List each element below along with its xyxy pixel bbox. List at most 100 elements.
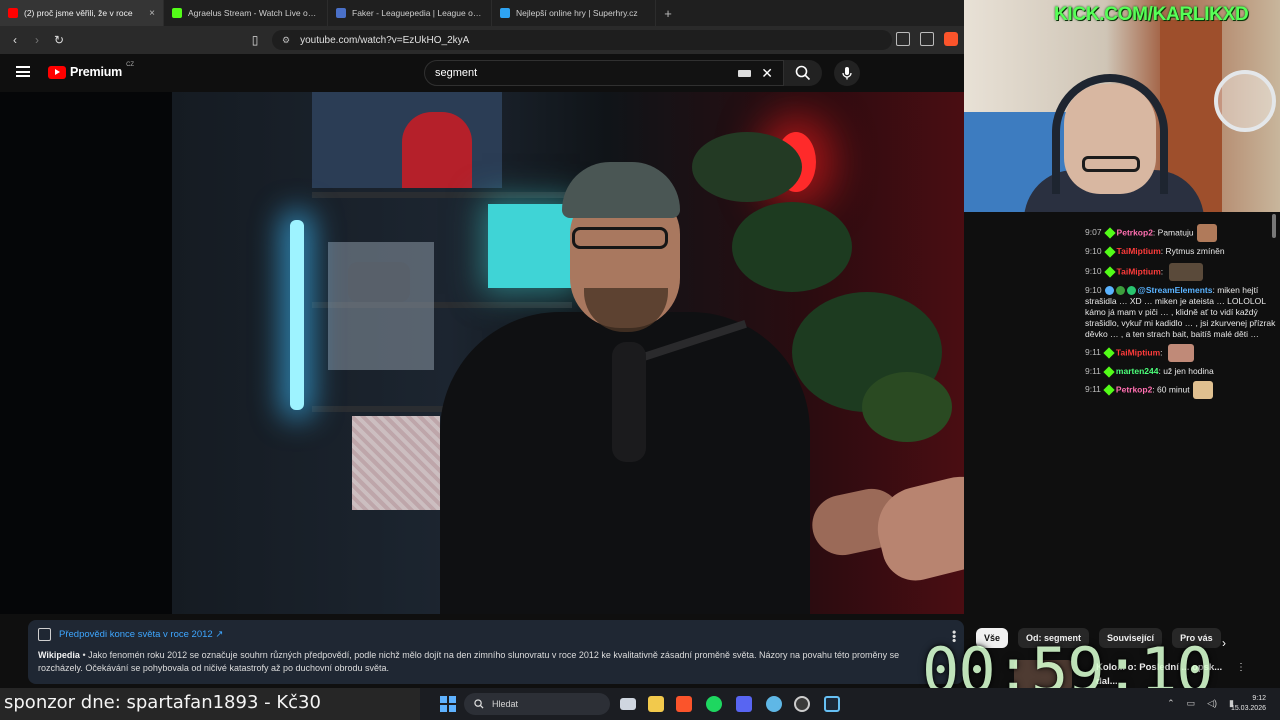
chat-text: Rytmus zmíněn — [1165, 246, 1225, 256]
tray-overflow-icon[interactable]: ⌃ — [1167, 698, 1175, 709]
steam-icon[interactable] — [824, 696, 840, 712]
plant-leaf — [692, 132, 802, 202]
chat-username[interactable]: TaiMiptium — [1117, 246, 1161, 256]
chat-overlay: 9:07 Petrkop2: Pamatuju 9:10 TaiMiptium: R… — [1080, 212, 1280, 612]
keyboard-icon[interactable] — [738, 69, 752, 77]
obs-icon[interactable] — [794, 696, 810, 712]
chat-emote — [1192, 381, 1213, 399]
chat-text: už jen hodina — [1163, 366, 1214, 376]
clear-search-icon[interactable]: ✕ — [761, 65, 773, 82]
network-icon[interactable]: ▭ — [1187, 698, 1196, 709]
chat-username[interactable]: Petrkop2 — [1117, 227, 1153, 237]
pink-box — [352, 416, 440, 510]
plant-leaf — [862, 372, 952, 442]
logo-text: Premium — [70, 65, 123, 79]
ccleaner-icon[interactable] — [766, 696, 782, 712]
superhry-favicon-icon — [500, 8, 510, 18]
subscriber-badge-icon — [1103, 347, 1115, 359]
kick-favicon-icon — [172, 8, 182, 18]
search-input[interactable]: segment ✕ — [424, 60, 784, 86]
information-panel-text: Wikipedia • Jako fenomén roku 2012 se oz… — [38, 649, 938, 675]
person-hand — [868, 464, 964, 588]
screen: (2) proč jsme věřili, že v roce × Agrael… — [0, 0, 1280, 720]
site-info-icon[interactable]: ⚙ — [282, 35, 290, 46]
moderator-badge-icon — [1115, 286, 1125, 296]
person-glasses — [572, 227, 668, 249]
chat-emote — [1196, 224, 1217, 242]
information-source[interactable]: Wikipedia — [38, 650, 80, 660]
youtube-premium-logo[interactable]: Premium CZ — [48, 62, 134, 79]
chat-username[interactable]: Petrkop2 — [1116, 384, 1152, 394]
tab-title: Agraelus Stream - Watch Live on Kick — [188, 8, 319, 18]
tab-title: Faker - Leaguepedia | League of Lege — [352, 8, 483, 18]
new-tab-button[interactable]: + — [656, 0, 680, 26]
volume-icon[interactable]: ◁) — [1207, 698, 1217, 709]
information-panel-title[interactable]: Předpovědi konce světa v roce 2012 ↗ — [59, 629, 223, 640]
chat-text: Pamatuju — [1157, 227, 1194, 238]
chat-message: 9:10 @StreamElements: miken hejtí strašid… — [1085, 285, 1276, 339]
video-frame — [172, 92, 964, 614]
taskbar-search[interactable]: Hledat — [464, 693, 610, 715]
search-button[interactable] — [784, 60, 822, 86]
reload-icon[interactable]: ↻ — [52, 33, 66, 47]
system-tray: ⌃ ▭ ◁) ▮ — [1167, 698, 1234, 709]
chat-message: 9:10 TaiMiptium: Rytmus zmíněn — [1085, 246, 1225, 258]
chat-message: 9:11 TaiMiptium: — [1080, 344, 1280, 362]
bookmark-icon[interactable]: ▯ — [248, 33, 262, 47]
streamer-glasses — [1082, 156, 1140, 172]
chat-scrollbar[interactable] — [1272, 214, 1276, 238]
plant-leaf — [732, 202, 852, 292]
article-icon — [38, 628, 51, 641]
file-explorer-icon[interactable] — [648, 696, 664, 712]
chat-timestamp: 9:11 — [1085, 366, 1101, 376]
browser-tab-superhry[interactable]: Nejlepší online hry | Superhry.cz — [492, 0, 656, 26]
youtube-play-icon — [48, 65, 66, 79]
bot-badge-icon — [1104, 286, 1114, 296]
video-player[interactable] — [0, 92, 964, 614]
chat-message: 9:10 TaiMiptium: — [1080, 263, 1280, 281]
podcast-microphone — [612, 342, 646, 462]
browser-tab-kick[interactable]: Agraelus Stream - Watch Live on Kick — [164, 0, 328, 26]
cast-icon[interactable] — [896, 32, 910, 46]
chat-username[interactable]: marten244 — [1116, 366, 1159, 376]
windows-start-icon[interactable] — [440, 696, 456, 712]
task-view-icon[interactable] — [620, 698, 636, 710]
verified-badge-icon — [1126, 286, 1136, 296]
person-cap — [562, 162, 680, 218]
discord-icon[interactable] — [736, 696, 752, 712]
share-icon[interactable] — [920, 32, 934, 46]
taskbar-search-placeholder: Hledat — [492, 699, 519, 709]
back-icon[interactable]: ‹ — [8, 33, 22, 47]
browser-toolbar: ‹ › ↻ ▯ ⚙ youtube.com/watch?v=EzUkHO_2ky… — [0, 26, 964, 54]
spotify-icon[interactable] — [706, 696, 722, 712]
close-tab-icon[interactable]: × — [149, 8, 155, 19]
address-bar[interactable]: ⚙ youtube.com/watch?v=EzUkHO_2kyA — [272, 30, 892, 50]
menu-icon[interactable] — [16, 66, 30, 77]
chat-timestamp: 9:10 — [1085, 285, 1102, 295]
search-value: segment — [435, 67, 478, 79]
chat-emote — [1167, 344, 1194, 362]
webcam-overlay — [964, 0, 1280, 212]
clock-time: 9:12 — [1252, 695, 1266, 702]
taskbar-clock[interactable]: 9:12 15.03.2026 — [1231, 694, 1266, 714]
chat-username[interactable]: TaiMiptium — [1116, 347, 1160, 357]
subscriber-badge-icon — [1103, 246, 1116, 258]
brave-browser-icon[interactable] — [676, 696, 692, 712]
chat-text: 60 minut — [1157, 384, 1190, 395]
chat-username[interactable]: @StreamElements — [1138, 285, 1213, 295]
chevron-right-icon[interactable]: › — [1222, 636, 1226, 650]
more-options-icon[interactable]: ⋮ — [1236, 662, 1246, 673]
brave-shield-icon[interactable] — [944, 32, 958, 46]
blue-light-bar — [290, 220, 304, 410]
chat-message: 9:11 marten244: už jen hodina — [1085, 366, 1214, 378]
browser-tab-leaguepedia[interactable]: Faker - Leaguepedia | League of Lege — [328, 0, 492, 26]
tab-title: Nejlepší online hry | Superhry.cz — [516, 8, 638, 18]
youtube-favicon-icon — [8, 8, 18, 18]
chat-username[interactable]: TaiMiptium — [1117, 266, 1161, 276]
browser-tab-youtube[interactable]: (2) proč jsme věřili, že v roce × — [0, 0, 164, 26]
voice-search-button[interactable] — [834, 60, 860, 86]
forward-icon[interactable]: › — [30, 33, 44, 47]
shelf — [312, 192, 572, 198]
windows-taskbar: Hledat ⌃ ▭ ◁) ▮ 9:12 15.03.2026 — [420, 688, 1280, 720]
youtube-header: Premium CZ segment ✕ — [0, 54, 964, 92]
